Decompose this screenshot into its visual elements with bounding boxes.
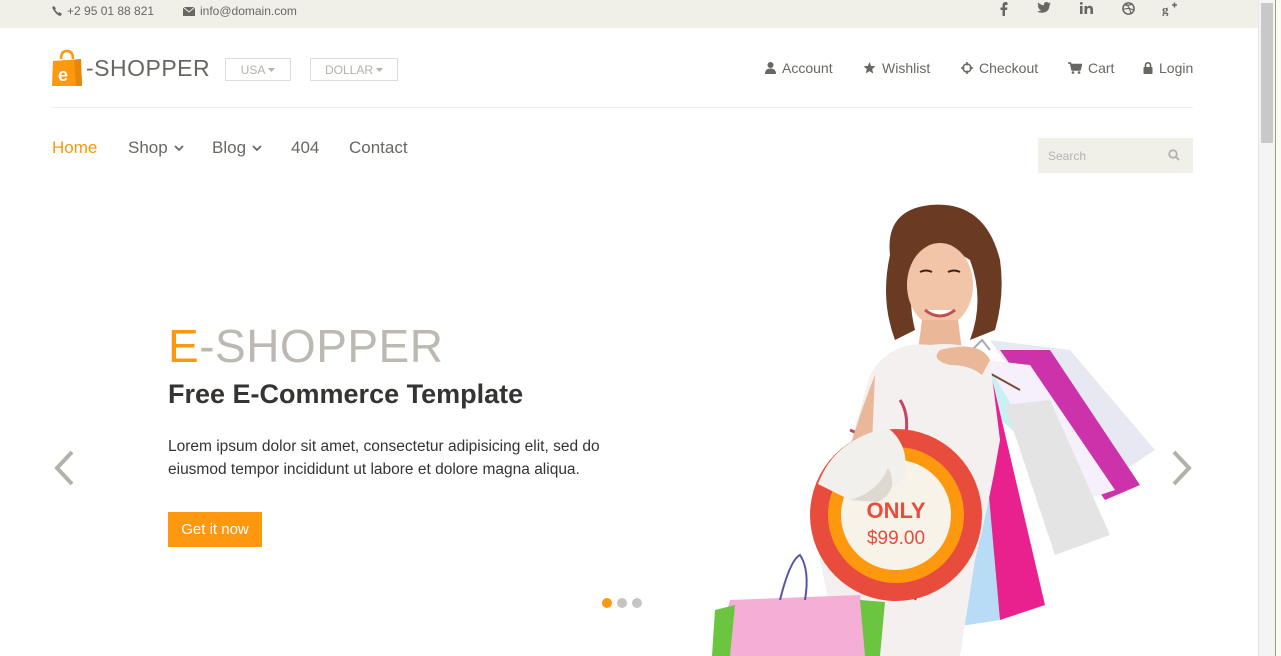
phone-icon	[52, 6, 62, 16]
scrollbar-thumb[interactable]	[1261, 3, 1273, 143]
search-input[interactable]	[1038, 138, 1158, 173]
lock-icon	[1143, 62, 1153, 74]
account-link[interactable]: Account	[765, 60, 833, 76]
shopping-bag-logo-icon: e	[52, 49, 82, 86]
slider-dot[interactable]	[617, 598, 627, 608]
chevron-down-icon	[252, 144, 262, 151]
wishlist-label: Wishlist	[882, 60, 931, 76]
hero-title: E-SHOPPER	[168, 320, 443, 372]
svg-text:g: g	[1162, 2, 1169, 16]
linkedin-icon[interactable]	[1076, 2, 1096, 17]
nav-contact-label: Contact	[349, 138, 408, 157]
slider-dot[interactable]	[602, 598, 612, 608]
hero-slider: E-SHOPPER Free E-Commerce Template Lorem…	[0, 188, 1258, 656]
price-badge: ONLY $99.00	[810, 428, 982, 601]
user-icon	[765, 62, 776, 74]
cart-link[interactable]: Cart	[1068, 60, 1114, 76]
logo-text: -SHOPPER	[86, 54, 211, 81]
email-contact[interactable]: info@domain.com	[183, 4, 297, 18]
search-box	[1038, 138, 1193, 173]
nav-404-label: 404	[291, 138, 320, 157]
shopping-cart-icon	[1068, 62, 1082, 74]
dribbble-icon[interactable]	[1118, 2, 1138, 18]
hero-title-rest: -SHOPPER	[199, 320, 444, 372]
twitter-icon[interactable]	[1034, 2, 1054, 17]
nav-shop-label: Shop	[128, 138, 168, 157]
crosshairs-icon	[961, 62, 973, 74]
slider-indicators	[602, 598, 642, 608]
checkout-label: Checkout	[979, 60, 1039, 76]
country-dropdown[interactable]: USA	[225, 58, 291, 81]
email-address: info@domain.com	[200, 4, 297, 18]
header-bottom: Home Shop Blog 404 Contact	[52, 108, 1193, 188]
envelope-icon	[183, 6, 195, 16]
phone-contact[interactable]: +2 95 01 88 821	[52, 4, 154, 18]
nav-contact[interactable]: Contact	[349, 138, 408, 158]
facebook-icon[interactable]	[994, 2, 1014, 19]
hero-description: Lorem ipsum dolor sit amet, consectetur …	[168, 438, 600, 478]
currency-label: DOLLAR	[324, 62, 374, 77]
caret-down-icon	[376, 67, 384, 72]
account-label: Account	[782, 60, 833, 76]
phone-number: +2 95 01 88 821	[67, 4, 155, 18]
nav-blog[interactable]: Blog	[212, 138, 262, 158]
get-it-now-button[interactable]: Get it now	[168, 512, 262, 547]
nav-shop[interactable]: Shop	[128, 138, 184, 158]
badge-only-text: ONLY	[866, 498, 925, 523]
chevron-right-icon[interactable]	[1170, 450, 1194, 486]
google-plus-icon[interactable]: g	[1160, 2, 1180, 19]
star-icon	[863, 62, 876, 74]
nav-home[interactable]: Home	[52, 138, 97, 158]
cart-label: Cart	[1088, 60, 1115, 76]
wishlist-link[interactable]: Wishlist	[863, 60, 930, 76]
caret-down-icon	[268, 67, 276, 72]
nav-404[interactable]: 404	[291, 138, 319, 158]
badge-price-text: $99.00	[867, 528, 925, 549]
country-label: USA	[240, 62, 266, 77]
nav-home-label: Home	[52, 138, 98, 157]
window-edge	[1275, 0, 1281, 656]
svg-text:e: e	[58, 65, 68, 85]
nav-blog-label: Blog	[212, 138, 247, 157]
hero-title-accent: E	[168, 320, 200, 372]
header-middle: e -SHOPPER USA DOLLAR Account Wishlist C…	[52, 28, 1193, 108]
slider-dot[interactable]	[632, 598, 642, 608]
chevron-down-icon	[174, 144, 184, 151]
chevron-left-icon[interactable]	[52, 450, 76, 486]
hero-subtitle: Free E-Commerce Template	[168, 379, 524, 409]
top-bar: +2 95 01 88 821 info@domain.com g	[0, 0, 1258, 28]
checkout-link[interactable]: Checkout	[961, 60, 1038, 76]
login-link[interactable]: Login	[1143, 60, 1193, 76]
vertical-scrollbar[interactable]	[1258, 0, 1275, 656]
hero-model-image: ONLY $99.00	[712, 204, 1155, 656]
currency-dropdown[interactable]: DOLLAR	[310, 58, 398, 81]
logo[interactable]: e -SHOPPER	[52, 48, 210, 88]
login-label: Login	[1159, 60, 1194, 76]
search-icon[interactable]	[1168, 149, 1180, 161]
